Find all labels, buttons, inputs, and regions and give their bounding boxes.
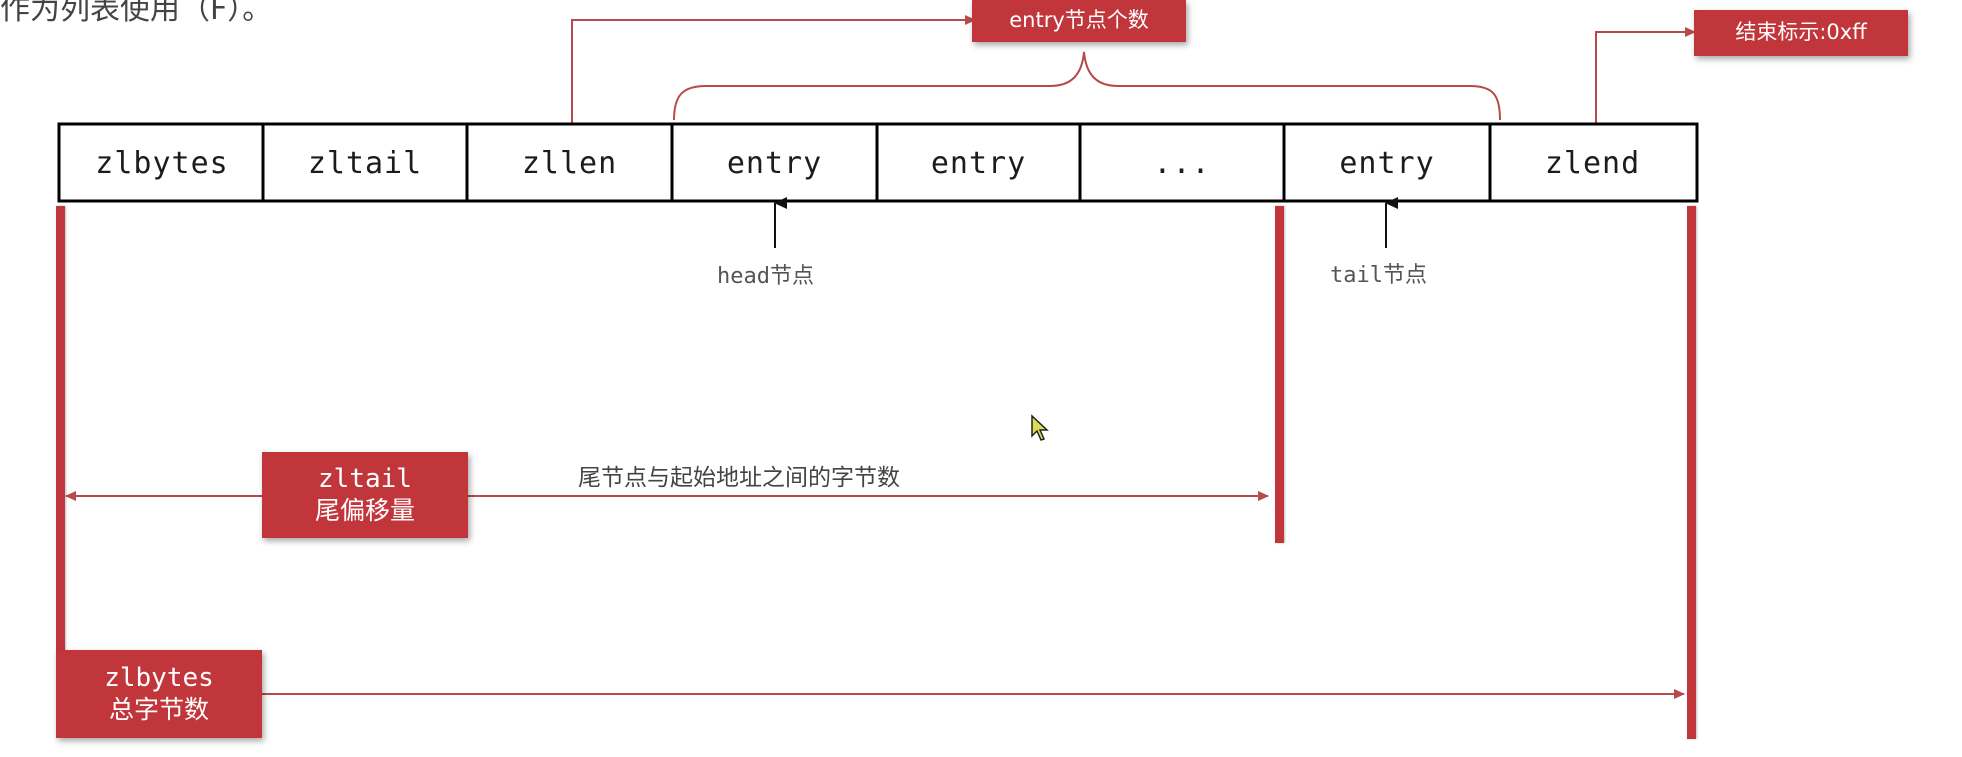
cell-zltail: zltail	[307, 145, 423, 181]
diagram-lines	[57, 15, 1699, 699]
end-address-bar	[1687, 206, 1696, 739]
zlend-pointer-line	[1595, 27, 1696, 124]
ziplist-diagram: 作为列表使用（F）。 zlbytes zltail zllen entry en…	[0, 0, 1962, 757]
cell-zlbytes: zlbytes	[95, 145, 229, 181]
entry-count-text: entry节点个数	[1009, 8, 1149, 33]
end-marker-text: 结束标示:0xff	[1735, 20, 1867, 45]
cell-zlend: zlend	[1544, 145, 1641, 181]
cell-ellipsis: ...	[1153, 145, 1211, 181]
cell-zllen: zllen	[521, 145, 618, 181]
cell-entry: entry	[930, 145, 1027, 181]
zltail-offset-title: zltail	[318, 464, 412, 495]
zlbytes-total-title: zlbytes	[104, 663, 214, 694]
start-address-bar	[56, 206, 65, 661]
tail-offset-description: 尾节点与起始地址之间的字节数	[578, 465, 900, 491]
tail-node-label: tail节点	[1330, 263, 1427, 288]
zltail-offset-subtitle: 尾偏移量	[314, 495, 415, 525]
cell-entry-head: entry	[726, 145, 823, 181]
entries-brace	[673, 51, 1501, 121]
zllen-pointer-line	[571, 15, 976, 124]
head-node-label: head节点	[717, 264, 814, 289]
mouse-cursor-icon	[1031, 414, 1049, 441]
entry-count-tag: entry节点个数	[972, 0, 1186, 42]
tail-address-bar	[1275, 206, 1284, 543]
end-marker-tag: 结束标示:0xff	[1694, 10, 1908, 56]
zlbytes-total-subtitle: 总字节数	[108, 694, 209, 724]
cell-entry-tail: entry	[1339, 145, 1435, 181]
zltail-offset-tag: zltail 尾偏移量	[262, 452, 468, 538]
zlbytes-total-tag: zlbytes 总字节数	[56, 650, 262, 738]
